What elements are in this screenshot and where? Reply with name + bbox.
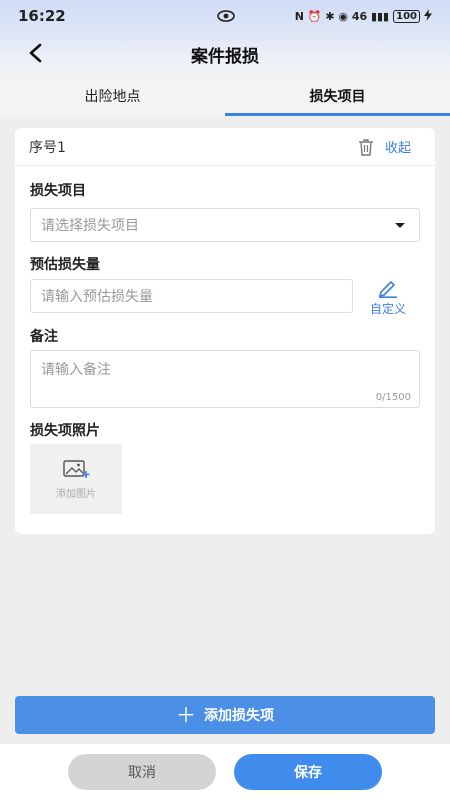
custom-label: 自定义 (369, 302, 406, 316)
page-title: 案件报损 (191, 46, 259, 67)
item-sequence: 序号1 (29, 139, 66, 156)
add-photo-button[interactable]: 添加图片 (30, 444, 122, 514)
estimated-loss-label: 预估损失量 (30, 257, 100, 273)
status-icons: N ⏰ ✱ ◉ 46 ▮▮▮ 100 (294, 8, 432, 24)
remark-placeholder: 请输入备注 (41, 362, 111, 378)
bolt-icon (424, 8, 432, 24)
tab-loss-items[interactable]: 损失项目 (225, 76, 450, 116)
nav-bar: 案件报损 (0, 32, 450, 76)
add-loss-item-button[interactable]: ＋ 添加损失项 (15, 696, 435, 734)
plus-icon: ＋ (176, 703, 196, 727)
add-image-icon (63, 459, 90, 478)
status-indicators: N ⏰ ✱ ◉ 46 ▮▮▮ (294, 9, 390, 23)
loss-item-card: 序号1 收起 损失项目 请选择损失项目 预估损失量 请输入预估损失量 自定义 备… (15, 128, 435, 534)
remark-label: 备注 (30, 329, 58, 345)
estimated-loss-input[interactable]: 请输入预估损失量 (30, 279, 353, 313)
edit-pen-icon (379, 281, 397, 298)
custom-button[interactable]: 自定义 (363, 278, 413, 318)
add-loss-item-label: 添加损失项 (204, 708, 274, 724)
footer-bar: 取消 保存 (0, 744, 450, 800)
remark-counter: 0/1500 (375, 392, 411, 403)
status-bar: 16:22 N ⏰ ✱ ◉ 46 ▮▮▮ 100 (0, 0, 450, 32)
eye-icon (158, 7, 295, 26)
estimated-loss-placeholder: 请输入预估损失量 (41, 289, 153, 305)
battery-icon: 100 (393, 9, 420, 23)
photos-label: 损失项照片 (30, 423, 100, 439)
loss-item-placeholder: 请选择损失项目 (41, 218, 139, 234)
back-button[interactable] (20, 38, 50, 68)
tab-accident-location[interactable]: 出险地点 (0, 76, 225, 116)
tab-bar: 出险地点 损失项目 (0, 76, 450, 116)
add-photo-label: 添加图片 (56, 488, 96, 500)
loss-item-label: 损失项目 (30, 183, 86, 199)
card-header: 序号1 收起 (15, 128, 435, 166)
trash-icon[interactable] (355, 136, 377, 158)
remark-textarea[interactable]: 请输入备注 0/1500 (30, 350, 420, 408)
status-time: 16:22 (18, 7, 66, 25)
cancel-button[interactable]: 取消 (68, 754, 216, 790)
caret-down-icon (395, 223, 405, 228)
collapse-button[interactable]: 收起 (385, 137, 411, 156)
loss-item-select[interactable]: 请选择损失项目 (30, 208, 420, 242)
chevron-left-icon (29, 43, 42, 63)
save-button[interactable]: 保存 (234, 754, 382, 790)
